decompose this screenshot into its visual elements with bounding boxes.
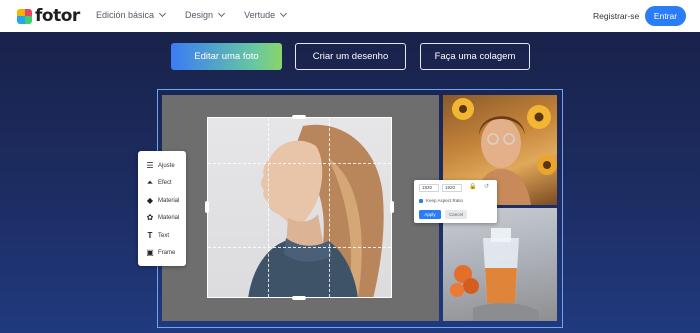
nav-item-label: Design	[185, 10, 214, 20]
frame-icon: ▣	[146, 248, 154, 258]
fotor-logo[interactable]: fotor	[17, 6, 80, 26]
nav-item-design[interactable]: Design	[185, 9, 226, 20]
top-header: fotor Edición básica Design Vertude Regi…	[0, 0, 700, 32]
nav-item-basic-editing[interactable]: Edición básica	[96, 9, 167, 20]
drink-illustration	[450, 228, 539, 321]
tool-material[interactable]: ◆ Material	[146, 192, 186, 210]
reset-icon[interactable]: ↺	[484, 183, 489, 190]
sliders-icon: ☰	[146, 160, 154, 170]
tool-frame[interactable]: ▣ Frame	[146, 245, 186, 263]
apply-button[interactable]: Apply	[419, 210, 441, 219]
keep-ratio-label: Keep Aspect Ratio	[426, 198, 464, 203]
crop-handle-top[interactable]	[292, 115, 306, 119]
crop-handle-right[interactable]	[390, 201, 394, 213]
flower-icon: ✿	[146, 213, 154, 223]
crop-area[interactable]	[207, 117, 392, 298]
create-design-button[interactable]: Criar um desenho	[295, 43, 406, 70]
nav-item-label: Edición básica	[96, 10, 155, 20]
logo-mark-icon	[17, 8, 32, 24]
keep-ratio-option[interactable]: Keep Aspect Ratio	[419, 198, 463, 203]
make-collage-button[interactable]: Faça uma colagem	[420, 43, 530, 70]
login-button[interactable]: Entrar	[645, 6, 686, 26]
nav-item-vertude[interactable]: Vertude	[244, 9, 288, 20]
drink-photo	[443, 208, 557, 321]
crop-handle-left[interactable]	[205, 201, 209, 213]
nav-item-label: Vertude	[244, 10, 276, 20]
chevron-down-icon	[159, 9, 167, 18]
layers-icon: ◆	[146, 195, 154, 205]
portrait-illustration	[248, 124, 384, 297]
tool-effect[interactable]: ⏶ Efect	[146, 175, 186, 193]
crop-grid-line	[208, 246, 391, 248]
tool-label: Ajuste	[158, 162, 175, 169]
tool-label: Material	[158, 215, 180, 222]
tool-text[interactable]: T Text	[146, 227, 186, 245]
chevron-down-icon	[218, 9, 226, 18]
tool-panel: ☰ Ajuste ⏶ Efect ◆ Material ✿ Material T…	[138, 151, 186, 266]
lock-icon[interactable]: 🔒	[469, 183, 476, 190]
cancel-button[interactable]: Cancel	[445, 210, 467, 219]
crop-handle-bottom[interactable]	[292, 296, 306, 300]
checkbox[interactable]	[419, 198, 423, 203]
width-field[interactable]: 1920	[419, 184, 439, 192]
height-field[interactable]: 1920	[442, 184, 462, 192]
chevron-down-icon	[280, 9, 288, 18]
resize-dialog: 1920 1920 🔒 ↺ Keep Aspect Ratio Apply Ca…	[414, 180, 497, 223]
tool-adjust[interactable]: ☰ Ajuste	[146, 157, 186, 175]
tool-material-2[interactable]: ✿ Material	[146, 210, 186, 228]
text-icon: T	[147, 230, 153, 240]
flask-icon: ⏶	[146, 178, 154, 188]
edit-photo-button[interactable]: Editar uma foto	[171, 43, 282, 70]
logo-text: fotor	[35, 6, 80, 26]
crop-grid-line	[268, 118, 270, 297]
tool-label: Frame	[158, 250, 176, 257]
crop-grid-line	[208, 162, 391, 164]
register-link[interactable]: Registrar-se	[593, 11, 639, 21]
tool-label: Efect	[158, 180, 172, 187]
main-nav: Edición básica Design Vertude	[96, 9, 306, 20]
tool-label: Text	[158, 232, 170, 239]
crop-grid-line	[328, 118, 330, 297]
tool-label: Material	[158, 197, 180, 204]
